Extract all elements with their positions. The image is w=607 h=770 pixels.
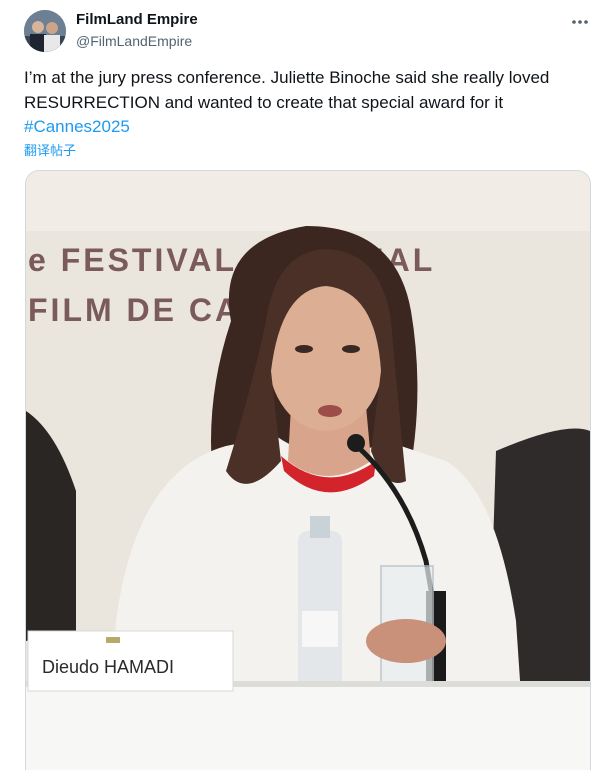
backdrop-line-2: FILM DE CA bbox=[28, 292, 241, 328]
press-conference-photo: e FESTIVAL IN TIONAL FILM DE CA bbox=[26, 171, 590, 770]
tweet-text-line-2: RESURRECTION and wanted to create that s… bbox=[24, 91, 584, 116]
tweet-text-line-1: I’m at the jury press conference. Juliet… bbox=[24, 66, 584, 91]
author-handle[interactable]: @FilmLandEmpire bbox=[76, 33, 192, 49]
avatar-image bbox=[24, 10, 66, 52]
hashtag-link[interactable]: #Cannes2025 bbox=[24, 115, 584, 140]
tweet-text: I’m at the jury press conference. Juliet… bbox=[24, 66, 584, 140]
table bbox=[26, 681, 590, 770]
avatar[interactable] bbox=[24, 10, 66, 52]
author-name[interactable]: FilmLand Empire bbox=[76, 11, 198, 28]
more-horizontal-icon[interactable] bbox=[566, 10, 594, 34]
translate-post-link[interactable]: 翻译帖子 bbox=[24, 140, 76, 159]
tweet-photo[interactable]: e FESTIVAL IN TIONAL FILM DE CA bbox=[25, 170, 591, 770]
name-card-text: Dieudo HAMADI bbox=[42, 657, 174, 677]
tweet: FilmLand Empire @FilmLandEmpire I’m at t… bbox=[0, 0, 607, 769]
